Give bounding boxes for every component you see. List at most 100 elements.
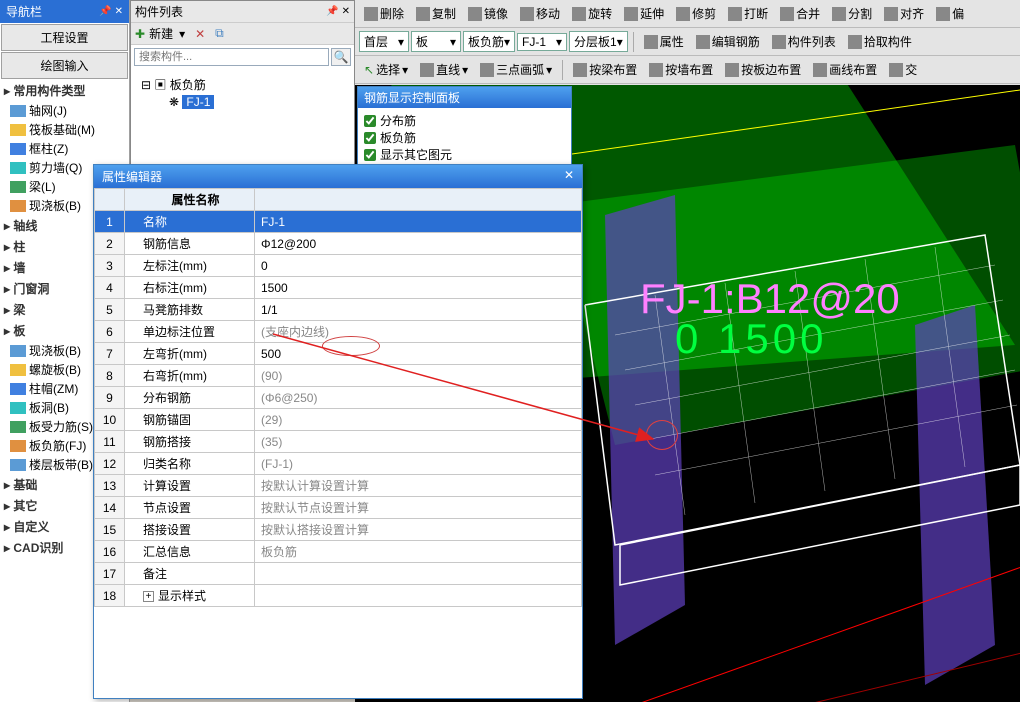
toolbar-icon xyxy=(644,35,658,49)
toolbar-dropdown[interactable]: FJ-1▾ xyxy=(517,33,567,51)
property-value[interactable]: (支座内边线) xyxy=(255,321,582,343)
property-row[interactable]: 14节点设置按默认节点设置计算 xyxy=(95,497,582,519)
toolbar-button[interactable]: 编辑钢筋 xyxy=(691,30,765,53)
property-value[interactable]: 按默认计算设置计算 xyxy=(255,475,582,497)
toolbar-button[interactable]: 拾取构件 xyxy=(843,30,917,53)
checkbox[interactable] xyxy=(364,149,376,161)
property-value[interactable]: 500 xyxy=(255,343,582,365)
pin-icon[interactable]: 📌 ✕ xyxy=(326,6,350,17)
property-row[interactable]: 4右标注(mm)1500 xyxy=(95,277,582,299)
property-row[interactable]: 2钢筋信息Φ12@200 xyxy=(95,233,582,255)
row-number: 15 xyxy=(95,519,125,541)
toolbar-dropdown[interactable]: 分层板1▾ xyxy=(569,31,628,52)
property-value[interactable]: (29) xyxy=(255,409,582,431)
toolbar-dropdown[interactable]: 板▾ xyxy=(411,31,461,52)
property-editor-window: 属性编辑器 ✕ 属性名称 1名称FJ-12钢筋信息Φ12@2003左标注(mm)… xyxy=(93,164,583,699)
toolbar-button[interactable]: 按墙布置 xyxy=(644,58,718,81)
nav-section[interactable]: ▸ 常用构件类型 xyxy=(0,80,129,101)
search-input[interactable] xyxy=(134,48,329,66)
property-row[interactable]: 8右弯折(mm)(90) xyxy=(95,365,582,387)
property-row[interactable]: 7左弯折(mm)500 xyxy=(95,343,582,365)
checkbox-label: 分布筋 xyxy=(380,112,416,129)
toolbar-icon xyxy=(772,35,786,49)
property-value[interactable]: 按默认搭接设置计算 xyxy=(255,519,582,541)
toolbar-button[interactable]: 构件列表 xyxy=(767,30,841,53)
property-row[interactable]: 10钢筋锚固(29) xyxy=(95,409,582,431)
tab-huitu[interactable]: 绘图输入 xyxy=(1,52,128,79)
toolbar-button[interactable]: 交 xyxy=(884,58,922,81)
property-value[interactable]: (35) xyxy=(255,431,582,453)
toolbar-button[interactable]: ↖选择▾ xyxy=(359,58,413,81)
property-row[interactable]: 9分布钢筋(Φ6@250) xyxy=(95,387,582,409)
toolbar-button[interactable]: 修剪 xyxy=(671,2,721,25)
property-value[interactable]: FJ-1 xyxy=(255,211,582,233)
toolbar-button[interactable]: 属性 xyxy=(639,30,689,53)
copy-button[interactable]: ⧉ xyxy=(215,26,224,41)
property-value[interactable]: Φ12@200 xyxy=(255,233,582,255)
nav-item-label: 框柱(Z) xyxy=(29,140,68,157)
checkbox[interactable] xyxy=(364,115,376,127)
row-number: 18 xyxy=(95,585,125,607)
property-row[interactable]: 6单边标注位置(支座内边线) xyxy=(95,321,582,343)
toolbar-button[interactable]: 移动 xyxy=(515,2,565,25)
property-row[interactable]: 13计算设置按默认计算设置计算 xyxy=(95,475,582,497)
nav-item[interactable]: 轴网(J) xyxy=(0,101,129,120)
toolbar-dropdown[interactable]: 首层▾ xyxy=(359,31,409,52)
toolbar-dropdown[interactable]: 板负筋▾ xyxy=(463,31,515,52)
component-tree[interactable]: ⊟ ▣ 板负筋 ❋ FJ-1 xyxy=(131,69,354,116)
nav-item[interactable]: 筏板基础(M) xyxy=(0,120,129,139)
property-name: 搭接设置 xyxy=(125,519,255,541)
property-row[interactable]: 1名称FJ-1 xyxy=(95,211,582,233)
toolbar-button[interactable]: 按梁布置 xyxy=(568,58,642,81)
toolbar-button[interactable]: 分割 xyxy=(827,2,877,25)
toolbar-button[interactable]: 删除 xyxy=(359,2,409,25)
close-icon[interactable]: ✕ xyxy=(564,168,574,185)
property-value[interactable]: (90) xyxy=(255,365,582,387)
new-button[interactable]: 新建 xyxy=(149,25,173,42)
property-value[interactable] xyxy=(255,585,582,607)
checkbox[interactable] xyxy=(364,132,376,144)
toolbar-button[interactable]: 偏 xyxy=(931,2,969,25)
toolbar-icon xyxy=(573,63,587,77)
delete-button[interactable]: ✕ xyxy=(195,27,205,41)
property-row[interactable]: 11钢筋搭接(35) xyxy=(95,431,582,453)
toolbar-button[interactable]: 打断 xyxy=(723,2,773,25)
nav-item[interactable]: 框柱(Z) xyxy=(0,139,129,158)
property-value[interactable]: (FJ-1) xyxy=(255,453,582,475)
toolbar-button[interactable]: 合并 xyxy=(775,2,825,25)
property-row[interactable]: 12归类名称(FJ-1) xyxy=(95,453,582,475)
tree-root[interactable]: 板负筋 xyxy=(170,78,206,92)
search-button[interactable]: 🔍 xyxy=(331,48,351,66)
property-value[interactable]: (Φ6@250) xyxy=(255,387,582,409)
toolbar-button[interactable]: 画线布置 xyxy=(808,58,882,81)
pin-icon[interactable]: 📌 ✕ xyxy=(99,6,123,17)
property-value[interactable]: 1/1 xyxy=(255,299,582,321)
property-row[interactable]: 17备注 xyxy=(95,563,582,585)
toolbar-button[interactable]: 对齐 xyxy=(879,2,929,25)
property-value[interactable]: 板负筋 xyxy=(255,541,582,563)
toolbar-button[interactable]: 旋转 xyxy=(567,2,617,25)
property-value[interactable]: 按默认节点设置计算 xyxy=(255,497,582,519)
tree-item-fj1[interactable]: FJ-1 xyxy=(182,95,214,109)
property-value[interactable]: 1500 xyxy=(255,277,582,299)
rebar-checkbox-item[interactable]: 显示其它图元 xyxy=(364,146,565,163)
property-row[interactable]: 3左标注(mm)0 xyxy=(95,255,582,277)
toolbar-button[interactable]: 镜像 xyxy=(463,2,513,25)
property-value[interactable]: 0 xyxy=(255,255,582,277)
property-row[interactable]: 16汇总信息板负筋 xyxy=(95,541,582,563)
expand-icon[interactable]: + xyxy=(143,591,154,602)
rebar-checkbox-item[interactable]: 分布筋 xyxy=(364,112,565,129)
toolbar-button[interactable]: 按板边布置 xyxy=(720,58,806,81)
property-row[interactable]: 15搭接设置按默认搭接设置计算 xyxy=(95,519,582,541)
rebar-checkbox-item[interactable]: 板负筋 xyxy=(364,129,565,146)
toolbar-button[interactable]: 三点画弧▾ xyxy=(475,58,557,81)
property-row[interactable]: 5马凳筋排数1/1 xyxy=(95,299,582,321)
toolbar-button[interactable]: 延伸 xyxy=(619,2,669,25)
property-value[interactable] xyxy=(255,563,582,585)
nav-item-label: 楼层板带(B) xyxy=(29,456,93,473)
tab-gongcheng[interactable]: 工程设置 xyxy=(1,24,128,51)
property-editor-titlebar[interactable]: 属性编辑器 ✕ xyxy=(94,165,582,188)
toolbar-button[interactable]: 直线▾ xyxy=(415,58,473,81)
property-row[interactable]: 18+显示样式 xyxy=(95,585,582,607)
toolbar-button[interactable]: 复制 xyxy=(411,2,461,25)
